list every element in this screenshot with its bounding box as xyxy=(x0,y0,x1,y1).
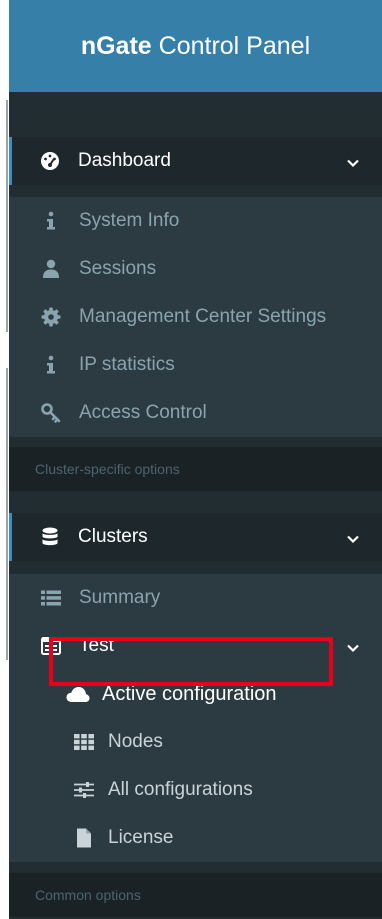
info-icon xyxy=(39,209,63,233)
sliders-icon xyxy=(72,778,96,802)
section-header-label: Cluster-specific options xyxy=(35,461,180,477)
sidebar-item-active-configuration[interactable]: Active configuration xyxy=(9,670,382,718)
sidebar-item-label: Dashboard xyxy=(78,150,171,171)
grid-icon xyxy=(72,730,96,754)
file-icon xyxy=(72,826,96,850)
list-icon xyxy=(39,586,63,610)
sidebar-item-label: Active configuration xyxy=(102,682,277,705)
sidebar-item-all-configurations[interactable]: All configurations xyxy=(9,766,382,814)
sidebar-item-test[interactable]: Test xyxy=(9,622,382,670)
sidebar-item-access-control[interactable]: Access Control xyxy=(9,389,382,437)
brand-header[interactable]: nGate Control Panel xyxy=(9,0,382,92)
sidebar-item-label: IP statistics xyxy=(79,354,175,375)
sidebar-item-system-info[interactable]: System Info xyxy=(9,197,382,245)
sidebar-item-dashboard[interactable]: Dashboard xyxy=(9,137,382,185)
left-window-edge xyxy=(0,0,9,919)
sidebar-item-label: Summary xyxy=(79,587,161,608)
section-header-label: Common options xyxy=(35,887,141,903)
sidebar-item-label: Test xyxy=(79,635,114,656)
sidebar-item-license[interactable]: License xyxy=(9,814,382,862)
sidebar-item-ip-statistics[interactable]: IP statistics xyxy=(9,341,382,389)
sidebar-item-label: Access Control xyxy=(79,402,207,423)
chevron-down-icon xyxy=(346,530,360,544)
sidebar-item-nodes[interactable]: Nodes xyxy=(9,718,382,766)
database-icon xyxy=(38,525,62,549)
sidebar-item-label: Clusters xyxy=(78,526,148,547)
chevron-down-icon xyxy=(346,639,360,653)
sidebar-item-label: All configurations xyxy=(108,779,253,800)
sidebar-item-label: Sessions xyxy=(79,258,157,279)
dashboard-icon xyxy=(38,149,62,173)
sidebar-item-clusters[interactable]: Clusters xyxy=(9,513,382,561)
brand-rest: Control Panel xyxy=(151,32,311,60)
app-frame: nGate Control Panel Dashboard System Inf… xyxy=(0,0,382,919)
chevron-down-icon xyxy=(346,154,360,168)
sidebar-item-label: Management Center Settings xyxy=(79,306,327,327)
window-icon xyxy=(39,634,63,658)
info-icon xyxy=(39,353,63,377)
sidebar-item-summary[interactable]: Summary xyxy=(9,574,382,622)
cloud-icon xyxy=(66,682,90,706)
sidebar: nGate Control Panel Dashboard System Inf… xyxy=(9,0,382,919)
sidebar-item-label: License xyxy=(108,827,174,848)
user-icon xyxy=(39,257,63,281)
gear-icon xyxy=(39,305,63,329)
brand-bold: nGate xyxy=(80,32,152,60)
key-icon xyxy=(39,401,63,425)
sidebar-item-label: System Info xyxy=(79,210,180,231)
section-header-cluster-specific: Cluster-specific options xyxy=(9,447,382,491)
section-header-common-options: Common options xyxy=(9,873,382,917)
sidebar-item-sessions[interactable]: Sessions xyxy=(9,245,382,293)
sidebar-item-label: Nodes xyxy=(108,731,163,752)
sidebar-item-management-center-settings[interactable]: Management Center Settings xyxy=(9,293,382,341)
